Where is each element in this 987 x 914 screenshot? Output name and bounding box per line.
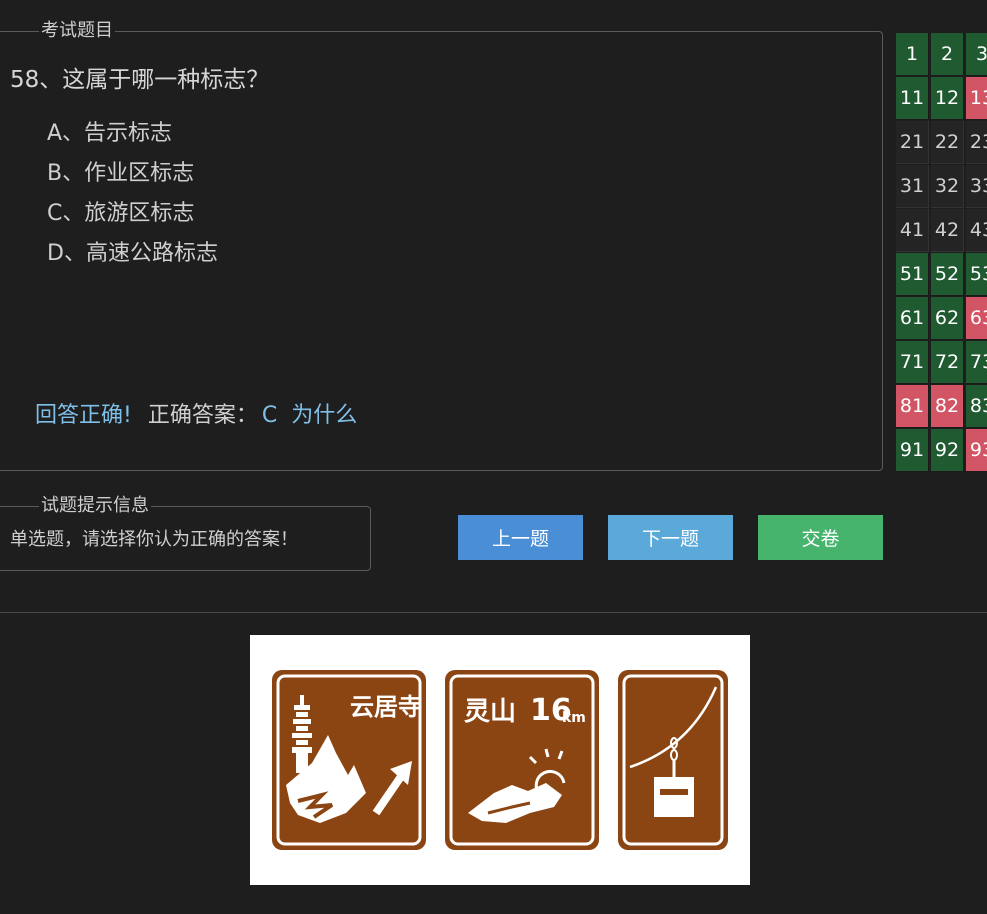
question-number-cell[interactable]: 11	[896, 77, 929, 120]
question-number-cell[interactable]: 83	[966, 385, 987, 428]
distance-unit: km	[562, 710, 586, 726]
question-number-cell[interactable]: 72	[931, 341, 964, 384]
option-d[interactable]: D、高速公路标志	[47, 234, 218, 274]
hint-text: 单选题，请选择你认为正确的答案！	[10, 529, 298, 550]
question-number-cell[interactable]: 53	[966, 253, 987, 296]
tourist-signs-illustration: 云居寺 灵山 16 km	[272, 670, 728, 850]
question-number-cell[interactable]: 91	[896, 429, 929, 472]
question-number-cell[interactable]: 73	[966, 341, 987, 384]
question-number-cell[interactable]: 32	[931, 165, 964, 208]
question-number-cell[interactable]: 1	[896, 33, 929, 76]
question-number-cell[interactable]: 82	[931, 385, 964, 428]
question-number-cell[interactable]: 13	[966, 77, 987, 120]
option-c[interactable]: C、旅游区标志	[47, 194, 218, 234]
question-number-cell[interactable]: 22	[931, 121, 964, 164]
question-number-cell[interactable]: 21	[896, 121, 929, 164]
question-number-cell[interactable]: 42	[931, 209, 964, 252]
question-number-cell[interactable]: 81	[896, 385, 929, 428]
hint-panel: 试题提示信息 单选题，请选择你认为正确的答案！	[0, 495, 371, 571]
submit-exam-button[interactable]: 交卷	[758, 515, 883, 560]
question-number-cell[interactable]: 31	[896, 165, 929, 208]
exam-panel: 考试题目 58、这属于哪一种标志？ A、告示标志 B、作业区标志 C、旅游区标志…	[0, 20, 883, 471]
question-number-cell[interactable]: 12	[931, 77, 964, 120]
question-number-cell[interactable]: 43	[966, 209, 987, 252]
question-number-cell[interactable]: 62	[931, 297, 964, 340]
question-number-cell[interactable]: 2	[931, 33, 964, 76]
question-number-cell[interactable]: 61	[896, 297, 929, 340]
question-number-cell[interactable]: 52	[931, 253, 964, 296]
option-a[interactable]: A、告示标志	[47, 114, 218, 154]
question-number-cell[interactable]: 41	[896, 209, 929, 252]
answer-value: C	[261, 403, 278, 428]
temple-sign: 云居寺	[272, 670, 426, 850]
answer-feedback: 回答正确! 正确答案： C 为什么	[35, 401, 357, 431]
question-number-cell[interactable]: 51	[896, 253, 929, 296]
question-image: 云居寺 灵山 16 km	[250, 635, 750, 885]
why-link[interactable]: 为什么	[291, 403, 357, 428]
question-number-cell[interactable]: 93	[966, 429, 987, 472]
result-text: 回答正确!	[35, 403, 132, 428]
answer-label: 正确答案：	[147, 403, 258, 428]
temple-label: 云居寺	[350, 693, 422, 721]
question-number-cell[interactable]: 63	[966, 297, 987, 340]
question-text: 58、这属于哪一种标志？	[10, 67, 270, 93]
next-question-button[interactable]: 下一题	[608, 515, 733, 560]
mountain-label: 灵山	[464, 697, 516, 727]
hint-legend: 试题提示信息	[39, 495, 151, 517]
option-b[interactable]: B、作业区标志	[47, 154, 218, 194]
prev-question-button[interactable]: 上一题	[458, 515, 583, 560]
question-number-cell[interactable]: 23	[966, 121, 987, 164]
question-number-cell[interactable]: 33	[966, 165, 987, 208]
divider	[0, 612, 987, 613]
options-list: A、告示标志 B、作业区标志 C、旅游区标志 D、高速公路标志	[47, 114, 218, 274]
scenic-spot-sign: 灵山 16 km	[445, 670, 599, 850]
question-number-cell[interactable]: 92	[931, 429, 964, 472]
cable-car-sign	[618, 670, 728, 850]
question-number-cell[interactable]: 71	[896, 341, 929, 384]
exam-legend: 考试题目	[39, 20, 115, 42]
question-number-cell[interactable]: 3	[966, 33, 987, 76]
